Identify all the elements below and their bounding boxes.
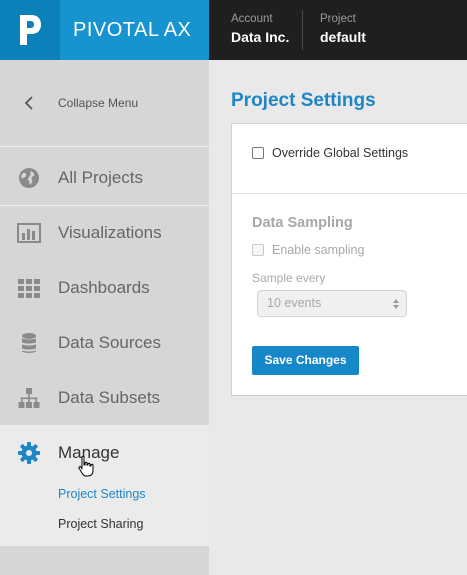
project-context[interactable]: Project default (320, 12, 366, 47)
brand-name: PIVOTAL AX (73, 19, 192, 41)
globe-icon (19, 168, 39, 188)
sidebar-subitem-project-settings[interactable]: Project Settings (58, 487, 146, 501)
enable-sampling-option[interactable]: Enable sampling (252, 243, 364, 257)
enable-sampling-checkbox[interactable] (252, 244, 264, 256)
override-global-settings-checkbox[interactable] (252, 147, 264, 159)
chevron-left-icon (24, 96, 33, 110)
page-title: Project Settings (231, 90, 376, 111)
override-global-settings-option[interactable]: Override Global Settings (252, 146, 408, 160)
sidebar-item-label: Data Sources (58, 333, 161, 352)
top-bar: PIVOTAL AX Account Data Inc. Project def… (0, 0, 467, 60)
sample-every-value: 10 events (267, 296, 322, 310)
sidebar-divider (0, 146, 209, 147)
logo-icon (0, 0, 60, 60)
gear-icon (18, 442, 40, 464)
sidebar-item-visualizations[interactable]: Visualizations (0, 205, 209, 260)
select-arrows-icon (393, 299, 399, 309)
sidebar-item-all-projects[interactable]: All Projects (0, 150, 209, 205)
sample-every-label: Sample every (252, 271, 326, 285)
enable-sampling-label: Enable sampling (272, 243, 365, 257)
sidebar-item-data-sources[interactable]: Data Sources (0, 315, 209, 370)
sidebar-subitem-project-sharing[interactable]: Project Sharing (58, 517, 143, 531)
sidebar-item-label: Data Subsets (58, 388, 161, 407)
database-icon (22, 333, 36, 353)
sidebar-item-label: Visualizations (58, 223, 162, 242)
sample-every-select[interactable]: 10 events (257, 290, 407, 317)
grid-icon (18, 279, 40, 298)
project-value: default (320, 29, 366, 45)
settings-panel: Override Global Settings Data Sampling E… (231, 123, 467, 396)
brand-block[interactable]: PIVOTAL AX (0, 0, 209, 60)
project-label: Project (320, 13, 356, 25)
collapse-menu-label: Collapse Menu (58, 96, 139, 110)
account-value: Data Inc. (231, 29, 290, 45)
panel-divider (232, 193, 467, 194)
collapse-menu-button[interactable]: Collapse Menu (0, 60, 209, 146)
hand-cursor-icon (78, 455, 94, 477)
data-sampling-heading: Data Sampling (252, 215, 353, 231)
sidebar: Collapse Menu All Projects Visualization… (0, 60, 209, 575)
sidebar-item-data-subsets[interactable]: Data Subsets (0, 370, 209, 425)
sidebar-item-dashboards[interactable]: Dashboards (0, 260, 209, 315)
save-changes-button[interactable]: Save Changes (252, 346, 359, 375)
account-context[interactable]: Account Data Inc. (231, 12, 289, 47)
account-label: Account (231, 13, 273, 25)
sidebar-item-label: Dashboards (58, 278, 150, 297)
override-global-settings-label: Override Global Settings (272, 146, 409, 160)
bar-chart-icon (17, 223, 41, 243)
hierarchy-icon (18, 388, 40, 408)
sidebar-item-manage[interactable]: Manage Project Settings Project Sharing (0, 425, 209, 546)
header-divider (302, 10, 303, 50)
sidebar-item-label: All Projects (58, 168, 144, 187)
